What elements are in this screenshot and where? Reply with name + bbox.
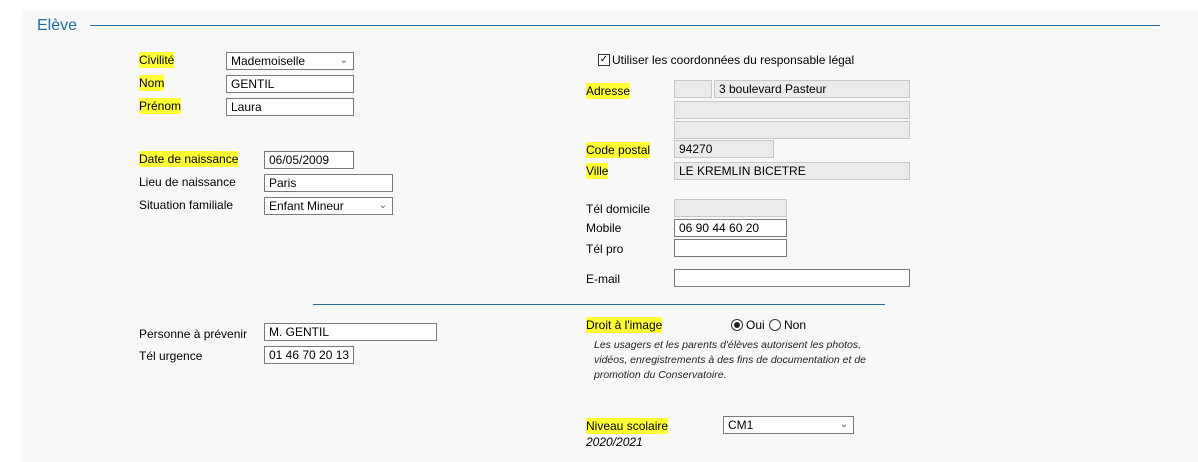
tel-domicile-label: Tél domicile: [586, 202, 651, 216]
nom-field[interactable]: GENTIL: [226, 75, 354, 93]
section-divider: [313, 304, 885, 305]
code-postal-field[interactable]: 94270: [674, 140, 774, 158]
civilite-value: Mademoiselle: [231, 54, 306, 68]
chevron-down-icon: ⌄: [839, 419, 849, 430]
situation-value: Enfant Mineur: [269, 199, 344, 213]
date-naissance-label: Date de naissance: [139, 151, 239, 167]
tel-pro-field[interactable]: [674, 239, 787, 257]
school-year: 2020/2021: [586, 435, 643, 449]
droit-image-oui-radio[interactable]: [731, 319, 743, 331]
mobile-field[interactable]: 06 90 44 60 20: [674, 219, 787, 237]
ville-field[interactable]: LE KREMLIN BICETRE: [674, 162, 910, 180]
adresse-line1-field[interactable]: 3 boulevard Pasteur: [714, 80, 910, 98]
adresse-line3-field[interactable]: [674, 121, 910, 139]
use-guardian-checkbox[interactable]: ✓: [598, 54, 610, 66]
chevron-down-icon: ⌄: [378, 200, 388, 211]
civilite-select[interactable]: Mademoiselle ⌄: [226, 52, 354, 70]
use-guardian-label: Utiliser les coordonnées du responsable …: [612, 53, 855, 67]
niveau-scolaire-label: Niveau scolaire: [586, 418, 669, 434]
adresse-line2-field[interactable]: [674, 101, 910, 119]
chevron-down-icon: ⌄: [339, 55, 349, 66]
droit-image-label: Droit à l'image: [586, 317, 663, 333]
lieu-naissance-label: Lieu de naissance: [139, 175, 236, 189]
adresse-num-field[interactable]: [674, 80, 712, 98]
droit-image-non-label: Non: [784, 318, 807, 332]
email-label: E-mail: [586, 272, 621, 286]
niveau-scolaire-select[interactable]: CM1 ⌄: [723, 416, 854, 434]
prenom-field[interactable]: Laura: [226, 98, 354, 116]
lieu-naissance-field[interactable]: Paris: [264, 174, 393, 192]
tel-urgence-field[interactable]: 01 46 70 20 13: [264, 346, 354, 364]
mobile-label: Mobile: [586, 221, 622, 235]
nom-label: Nom: [139, 75, 165, 91]
student-panel: [22, 10, 1198, 462]
tel-pro-label: Tél pro: [586, 242, 624, 256]
code-postal-label: Code postal: [586, 142, 651, 158]
situation-label: Situation familiale: [139, 198, 234, 212]
email-field[interactable]: [674, 269, 910, 287]
personne-prevenir-field[interactable]: M. GENTIL: [264, 323, 437, 341]
tel-urgence-label: Tél urgence: [139, 349, 203, 363]
prenom-label: Prénom: [139, 98, 182, 114]
situation-select[interactable]: Enfant Mineur ⌄: [264, 197, 393, 215]
civilite-label: Civilité: [139, 52, 175, 68]
droit-image-non-radio[interactable]: [769, 319, 781, 331]
niveau-scolaire-value: CM1: [728, 418, 754, 432]
personne-prevenir-label: Personne à prévenir: [139, 327, 248, 341]
droit-image-oui-label: Oui: [746, 318, 765, 332]
section-title-rule: [90, 25, 1160, 26]
adresse-label: Adresse: [586, 83, 631, 99]
droit-image-note: Les usagers et les parents d'élèves auto…: [594, 339, 866, 381]
tel-domicile-field[interactable]: [674, 199, 787, 217]
section-title: Elève: [37, 17, 78, 34]
ville-label: Ville: [586, 163, 609, 179]
date-naissance-field[interactable]: 06/05/2009: [264, 151, 354, 169]
